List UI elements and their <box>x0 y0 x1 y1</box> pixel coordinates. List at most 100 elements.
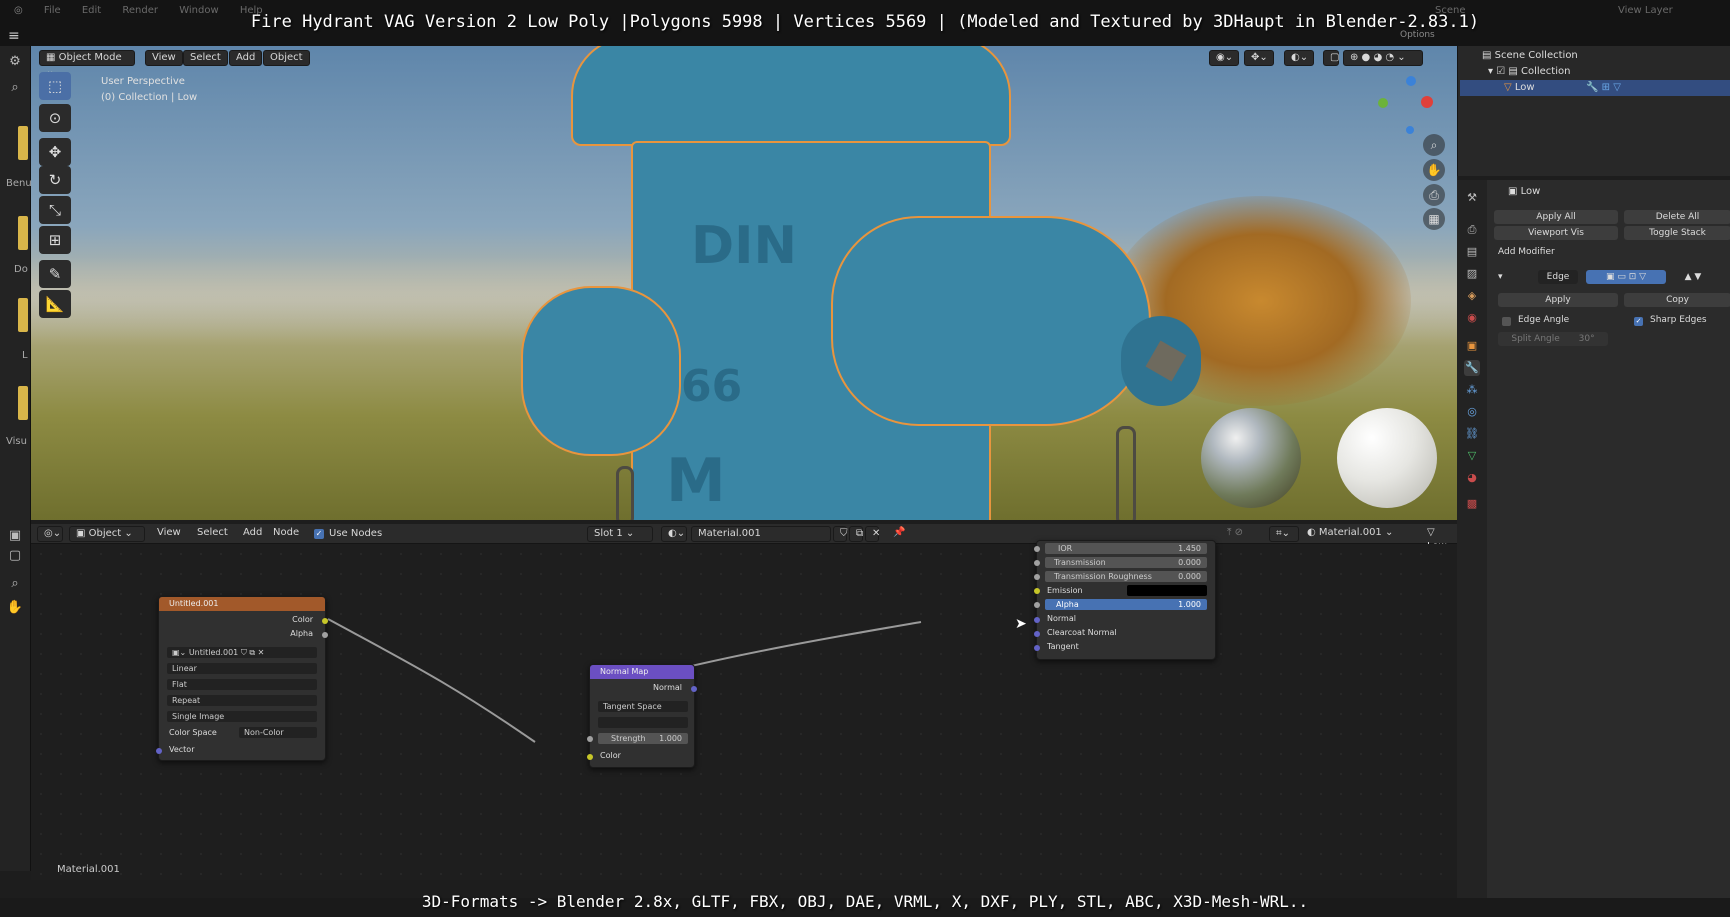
transmission-socket[interactable] <box>1034 560 1040 566</box>
tool-tab-icon[interactable]: ⚒ <box>1464 190 1480 206</box>
modifier-expand-icon[interactable]: ▾ <box>1498 272 1503 282</box>
normal-input-socket[interactable] <box>1034 617 1040 623</box>
cursor-tool-icon[interactable]: ⊙ <box>39 104 71 132</box>
node-menu-view[interactable]: View <box>151 526 187 542</box>
split-angle-field[interactable]: Split Angle 30° <box>1498 332 1608 346</box>
color-space-dropdown[interactable]: Non-Color <box>239 727 317 738</box>
folder-icon[interactable] <box>18 386 28 420</box>
modifier-icons[interactable]: 🔧 ⊞ ▽ <box>1586 82 1621 93</box>
normal-map-title[interactable]: Normal Map <box>590 665 694 679</box>
material-right-label[interactable]: ◐ Material.001 ⌄ <box>1301 526 1419 542</box>
constraints-tab-icon[interactable]: ⛓ <box>1464 426 1480 442</box>
hydrant-right-outlet[interactable] <box>831 216 1151 426</box>
3d-viewport[interactable]: DIN 66 M ▦ Object Mode ⌄ View Select Add… <box>31 46 1457 520</box>
hand-pan-icon[interactable]: ✋ <box>5 598 25 618</box>
object-right-label[interactable]: ▽ Low <box>1421 526 1457 552</box>
measure-tool-icon[interactable]: 📐 <box>39 290 71 318</box>
zoom-icon[interactable]: ⌕ <box>1423 134 1445 156</box>
duplicate-icon[interactable]: ⧉ <box>849 526 863 542</box>
alpha-socket[interactable] <box>1034 602 1040 608</box>
interpolation-dropdown[interactable]: Linear <box>167 663 317 674</box>
outliner-scene-collection[interactable]: ▤ Scene Collection <box>1482 50 1578 61</box>
transmission-roughness-field[interactable]: Transmission Roughness 0.000 <box>1045 571 1207 582</box>
visibility-icon[interactable]: ◉⌄ <box>1209 50 1239 66</box>
delete-all-button[interactable]: Delete All <box>1624 210 1730 224</box>
xray-icon[interactable]: ▢ <box>1323 50 1339 66</box>
node-menu-select[interactable]: Select <box>191 526 234 542</box>
sharp-edges-checkbox[interactable]: ✓ <box>1634 317 1643 326</box>
gizmo-neg-z[interactable] <box>1406 126 1414 134</box>
snap-icon[interactable]: ⌗⌄ <box>1269 526 1299 542</box>
rotate-tool-icon[interactable]: ↻ <box>39 166 71 194</box>
fake-user-icon[interactable]: ⛉ <box>833 526 848 542</box>
outliner-collection-row[interactable]: ▾ ☑ ▤ Collection <box>1488 66 1570 77</box>
folder-icon[interactable] <box>18 298 28 332</box>
normal-map-node[interactable]: Normal Map Normal Tangent Space Strength… <box>587 664 697 768</box>
image-datablock-field[interactable]: ▣⌄ Untitled.001 ⛉ ⧉ ✕ <box>167 647 317 658</box>
apply-all-button[interactable]: Apply All <box>1494 210 1618 224</box>
image-node-title[interactable]: Untitled.001 <box>159 597 325 611</box>
principled-bsdf-node[interactable]: IOR 1.450 Transmission 0.000 Transmission … <box>1034 540 1216 660</box>
physics-tab-icon[interactable]: ◎ <box>1464 404 1480 420</box>
annotate-tool-icon[interactable]: ✎ <box>39 260 71 288</box>
material-tab-icon[interactable]: ◕ <box>1464 470 1480 486</box>
viewport-menu-select[interactable]: Select <box>183 50 228 66</box>
output-color-socket[interactable] <box>322 618 328 624</box>
image-icon[interactable]: ▢ <box>5 546 25 566</box>
space-dropdown[interactable]: Tangent Space <box>598 701 688 712</box>
gizmo-z-axis[interactable] <box>1406 76 1416 86</box>
grid-ortho-icon[interactable]: ▦ <box>1423 208 1445 230</box>
collection-checkbox[interactable]: ☑ <box>1496 66 1505 77</box>
shading-mode-icons[interactable]: ⊕ ● ◕ ◔ ⌄ <box>1343 50 1423 66</box>
zoom-icon[interactable]: ⌕ <box>5 574 25 594</box>
extension-dropdown[interactable]: Repeat <box>167 695 317 706</box>
close-icon[interactable]: ✕ <box>865 526 880 542</box>
parent-node-icons[interactable]: ⤒ ⊘ <box>1221 526 1267 542</box>
viewport-menu-object[interactable]: Object <box>263 50 310 66</box>
modifier-move-icons[interactable]: ▲ ▼ <box>1673 270 1713 284</box>
output-alpha-socket[interactable] <box>322 632 328 638</box>
ior-field[interactable]: IOR 1.450 <box>1045 543 1207 554</box>
search-icon[interactable]: ⌕ <box>5 78 25 98</box>
scene-tab-icon[interactable]: ◈ <box>1464 288 1480 304</box>
viewport-menu-view[interactable]: View <box>145 50 183 66</box>
editor-type-icon[interactable]: ▣ <box>5 526 25 546</box>
render-tab-icon[interactable]: ⎙ <box>1464 222 1480 238</box>
edge-angle-checkbox[interactable] <box>1502 317 1511 326</box>
node-menu-node[interactable]: Node <box>267 526 305 542</box>
output-tab-icon[interactable]: ▤ <box>1464 244 1480 260</box>
viewport-menu-add[interactable]: Add <box>229 50 263 66</box>
use-nodes-checkbox[interactable]: ✓ <box>314 529 324 539</box>
image-texture-node[interactable]: Untitled.001 Color Alpha ▣⌄ Untitled.001… <box>156 596 328 761</box>
slot-dropdown[interactable]: Slot 1 ⌄ <box>587 526 653 542</box>
gear-icon[interactable]: ⚙ <box>5 52 25 72</box>
output-normal-socket[interactable] <box>691 686 697 692</box>
uv-map-field[interactable] <box>598 717 688 728</box>
overlay-icon[interactable]: ◐⌄ <box>1284 50 1314 66</box>
hand-pan-icon[interactable]: ✋ <box>1423 159 1445 181</box>
move-tool-icon[interactable]: ✥ <box>39 138 71 166</box>
select-box-tool-icon[interactable]: ⬚ <box>39 72 71 100</box>
mode-dropdown[interactable]: ▦ Object Mode ⌄ <box>39 50 135 77</box>
folder-icon[interactable] <box>18 216 28 250</box>
add-modifier-dropdown[interactable]: Add Modifier <box>1498 247 1555 257</box>
shader-type-dropdown[interactable]: ▣ Object ⌄ <box>69 526 145 542</box>
emission-socket[interactable] <box>1034 588 1040 594</box>
strength-field[interactable]: Strength 1.000 <box>598 733 688 744</box>
input-color-socket[interactable] <box>587 754 593 760</box>
transform-tool-icon[interactable]: ⊞ <box>39 226 71 254</box>
texture-tab-icon[interactable]: ▩ <box>1464 496 1480 512</box>
gizmo-y-axis[interactable] <box>1378 98 1388 108</box>
projection-dropdown[interactable]: Flat <box>167 679 317 690</box>
shader-node-editor[interactable]: Untitled.001 Color Alpha ▣⌄ Untitled.001… <box>31 540 1457 880</box>
gizmo-x-axis[interactable] <box>1421 96 1433 108</box>
clearcoat-normal-socket[interactable] <box>1034 631 1040 637</box>
scale-tool-icon[interactable]: ⤡ <box>39 196 71 224</box>
source-dropdown[interactable]: Single Image <box>167 711 317 722</box>
material-name-field[interactable]: Material.001 <box>691 526 831 542</box>
emission-color-swatch[interactable] <box>1127 585 1207 596</box>
strength-socket[interactable] <box>587 736 593 742</box>
input-vector-socket[interactable] <box>156 748 162 754</box>
outliner-selected-row[interactable]: ▽ Low 🔧 ⊞ ▽ <box>1460 80 1730 96</box>
folder-icon[interactable] <box>18 126 28 160</box>
